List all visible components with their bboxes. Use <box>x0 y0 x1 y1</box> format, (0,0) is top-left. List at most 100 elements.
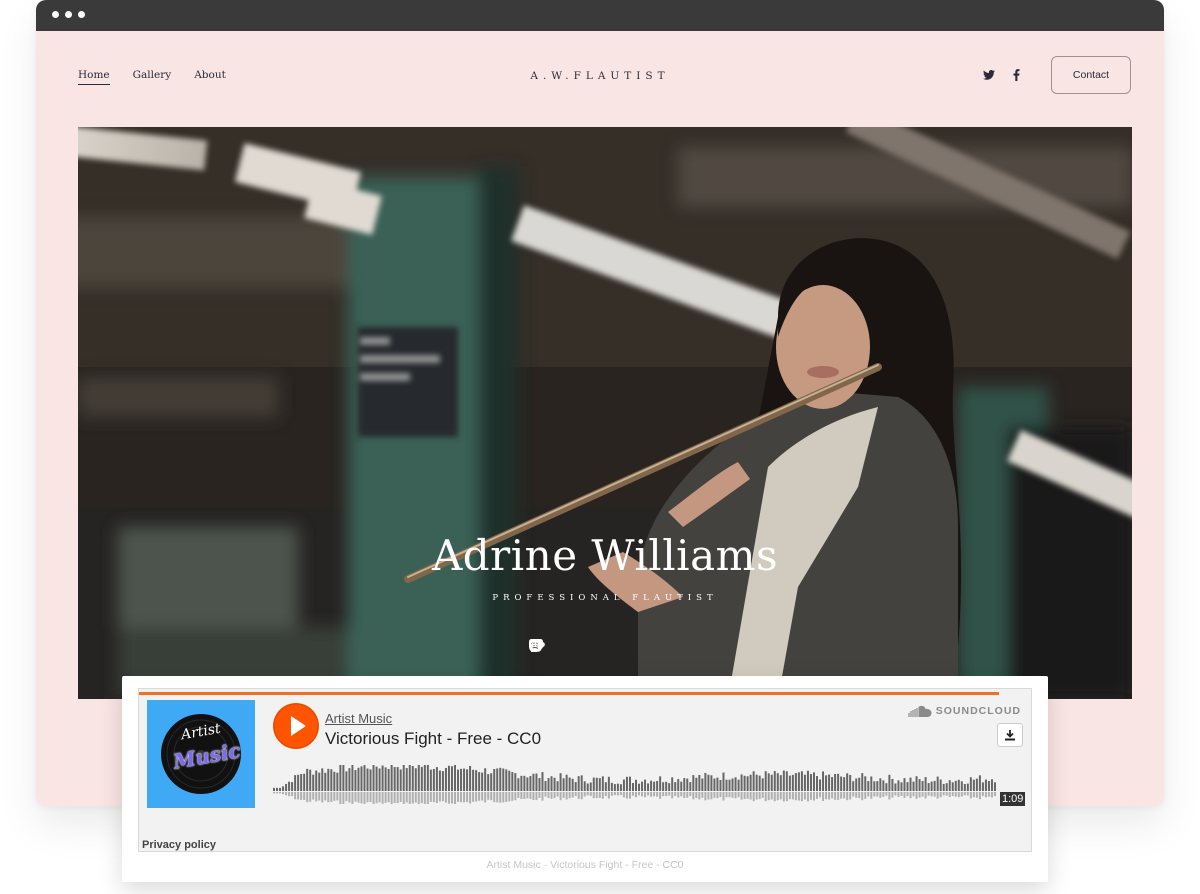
waveform-reflection <box>348 792 351 803</box>
window-dot <box>52 11 59 18</box>
waveform-bar <box>825 775 828 791</box>
waveform-bar <box>873 781 876 791</box>
waveform-reflection <box>417 792 420 804</box>
waveform-reflection <box>426 792 429 804</box>
waveform-reflection <box>511 792 514 801</box>
waveform-reflection <box>544 792 547 797</box>
waveform-bar <box>541 772 544 791</box>
waveform-reflection <box>499 792 502 803</box>
waveform-reflection <box>384 792 387 803</box>
waveform-reflection <box>580 792 583 800</box>
waveform-bar <box>466 769 469 791</box>
waveform-reflection <box>309 792 312 802</box>
waveform-reflection <box>879 792 882 798</box>
waveform-bar <box>930 781 933 791</box>
download-button[interactable] <box>997 723 1023 747</box>
waveform-bar <box>375 766 378 791</box>
waveform-reflection <box>366 792 369 803</box>
waveform-reflection <box>776 792 779 801</box>
track-title[interactable]: Victorious Fight - Free - CC0 <box>325 729 541 749</box>
waveform-bar <box>447 765 450 791</box>
waveform-bar <box>831 777 834 791</box>
waveform-reflection <box>713 792 716 798</box>
waveform-reflection <box>743 792 746 800</box>
waveform-reflection <box>843 792 846 799</box>
waveform-bar <box>948 780 951 791</box>
waveform-bar <box>276 787 279 791</box>
waveform-reflection <box>303 792 306 800</box>
play-button[interactable] <box>273 703 319 749</box>
waveform-bar <box>318 772 321 791</box>
waveform[interactable] <box>273 761 997 809</box>
waveform-reflection <box>897 792 900 797</box>
waveform-bar <box>592 777 595 791</box>
waveform-bar <box>933 780 936 791</box>
soundcloud-logo[interactable]: SOUNDCLOUD <box>908 705 1021 717</box>
waveform-reflection <box>538 792 541 798</box>
contact-button[interactable]: Contact <box>1051 56 1131 94</box>
waveform-bar <box>472 769 475 791</box>
waveform-reflection <box>767 792 770 801</box>
progress-bar[interactable] <box>139 692 999 695</box>
waveform-bar <box>725 779 728 791</box>
waveform-bar <box>900 782 903 791</box>
waveform-bar <box>327 768 330 791</box>
waveform-bar <box>939 779 942 791</box>
waveform-reflection <box>598 792 601 798</box>
waveform-bar <box>613 784 616 791</box>
hero-title: Adrine Williams <box>431 531 779 580</box>
waveform-bar <box>502 768 505 791</box>
waveform-reflection <box>990 792 993 798</box>
waveform-reflection <box>665 792 668 797</box>
waveform-bar <box>752 771 755 791</box>
waveform-reflection <box>387 792 390 803</box>
waveform-reflection <box>779 792 782 800</box>
waveform-reflection <box>749 792 752 800</box>
waveform-reflection <box>794 792 797 801</box>
waveform-reflection <box>719 792 722 798</box>
waveform-bar <box>782 770 785 791</box>
privacy-policy-link[interactable]: Privacy policy <box>142 839 216 851</box>
waveform-bar <box>963 783 966 791</box>
facebook-icon[interactable] <box>1013 69 1020 81</box>
waveform-bar <box>794 773 797 791</box>
waveform-bar <box>650 780 653 791</box>
waveform-reflection <box>411 792 414 804</box>
waveform-bar <box>408 765 411 791</box>
waveform-bar <box>487 774 490 791</box>
waveform-reflection <box>312 792 315 800</box>
waveform-reflection <box>888 792 891 800</box>
waveform-bar <box>746 776 749 791</box>
waveform-bar <box>369 769 372 791</box>
waveform-bar <box>399 769 402 791</box>
album-art[interactable]: Artist Music <box>147 700 255 808</box>
waveform-bar <box>812 772 815 791</box>
artist-link[interactable]: Artist Music <box>325 711 392 726</box>
waveform-bar <box>951 782 954 791</box>
waveform-bar <box>387 768 390 791</box>
waveform-reflection <box>809 792 812 800</box>
waveform-bar <box>704 772 707 791</box>
waveform-reflection <box>668 792 671 796</box>
waveform-bar <box>493 768 496 791</box>
waveform-reflection <box>481 792 484 801</box>
waveform-reflection <box>315 792 318 802</box>
waveform-bar <box>595 777 598 791</box>
waveform-bar <box>662 782 665 791</box>
waveform-reflection <box>785 792 788 802</box>
waveform-bar <box>894 783 897 791</box>
waveform-reflection <box>414 792 417 803</box>
waveform-reflection <box>788 792 791 800</box>
waveform-bar <box>990 779 993 791</box>
waveform-reflection <box>912 792 915 797</box>
twitter-icon[interactable] <box>983 70 995 80</box>
waveform-bar <box>351 765 354 791</box>
waveform-bar <box>390 765 393 791</box>
waveform-bar <box>330 769 333 791</box>
waveform-bar <box>707 774 710 791</box>
waveform-bar <box>505 769 508 791</box>
waveform-bar <box>785 771 788 791</box>
waveform-reflection <box>951 792 954 797</box>
waveform-bar <box>852 781 855 791</box>
soundcloud-brand-label: SOUNDCLOUD <box>935 705 1021 717</box>
